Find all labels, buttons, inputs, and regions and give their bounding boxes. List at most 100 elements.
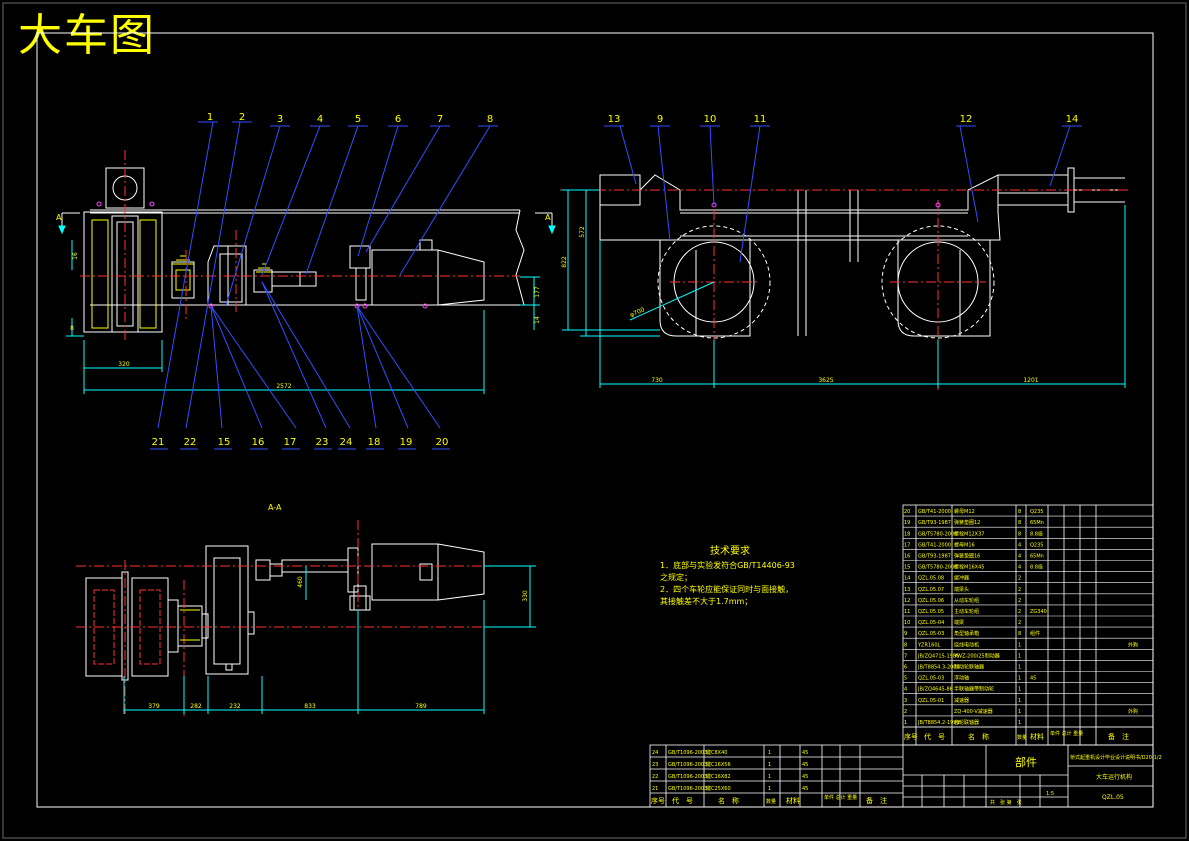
callout: 13	[608, 114, 621, 125]
small-header-qty: 数量	[766, 798, 776, 805]
small-bom-cell-no: 21	[652, 786, 658, 792]
bom-cell-no: 18	[904, 531, 910, 537]
small-bom-cell-no: 23	[652, 762, 658, 768]
bom-header-code: 代 号	[924, 732, 945, 741]
bom-cell-mat: 65Mn	[1030, 554, 1044, 560]
bom-cell-qty: 2	[1018, 620, 1021, 626]
bom-note: 外购	[1128, 641, 1138, 648]
callout: 12	[960, 114, 973, 125]
bom-cell-code: QZL.05.08	[918, 576, 944, 582]
small-bom-header: 序号 代 号 名 称 数量 材料 单件 总计 重量 备 注	[651, 794, 887, 805]
callouts-top-right: 13 9 10 11 12 14	[608, 114, 1079, 125]
bom-cell-mat: Q235	[1030, 509, 1043, 515]
small-bom-cell-no: 22	[652, 774, 658, 780]
bom-header-name: 名 称	[968, 732, 989, 741]
bom-rows: 20 GB/T41-2000 螺母M12 8 Q23519 GB/T93-1987 弹簧垫圈…	[903, 508, 1153, 728]
dim-320: 320	[118, 361, 130, 368]
bom-cell-no: 17	[904, 542, 910, 548]
bom-cell-no: 19	[904, 520, 910, 526]
callout: 24	[340, 437, 353, 448]
dim-177: 177	[534, 286, 541, 298]
side-view	[560, 125, 1130, 390]
bom-cell-qty: 8	[1018, 520, 1021, 526]
bom-header-mat: 材料	[1030, 732, 1044, 741]
dim-282: 282	[190, 703, 202, 710]
bom-cell-no: 9	[904, 631, 907, 637]
callout: 1	[207, 112, 213, 123]
bom-cell-name: YWZ-200/25制动器	[953, 652, 1000, 659]
bom-cell-no: 16	[904, 554, 910, 560]
small-bom-cell-qty: 1	[768, 750, 771, 756]
small-header-name: 名 称	[718, 796, 739, 805]
bom-cell-no: 12	[904, 598, 910, 604]
bom-cell-name: 半联轴器带制动轮	[954, 686, 994, 693]
bom-note: 外购	[1128, 708, 1138, 715]
dim-460: 460	[297, 576, 304, 588]
bom-cell-qty: 1	[1018, 709, 1021, 715]
dim-572: 572	[579, 226, 586, 238]
callout: 11	[754, 114, 767, 125]
bom-cell-no: 10	[904, 620, 910, 626]
bom-cell-name: 主动车轮组	[954, 608, 979, 615]
callout: 7	[437, 114, 443, 125]
callout: 17	[284, 437, 297, 448]
dim-2572: 2572	[276, 383, 291, 390]
dimension-texts: 320 2572 16 8 177 14 572 822 φ700 730 36…	[70, 226, 1039, 710]
bom-cell-qty: 1	[1018, 642, 1021, 648]
dim-16: 16	[72, 252, 79, 260]
bom-cell-code: GB/T93-1987	[918, 554, 951, 560]
bom-cell-qty: 1	[1018, 698, 1021, 704]
sheet-borders	[2, 2, 1187, 839]
bom-cell-mat: 65Mn	[1030, 520, 1044, 526]
dim-330: 330	[522, 590, 529, 602]
bom-cell-no: 15	[904, 565, 910, 571]
bom-cell-code: JB/ZQ4645-86	[917, 687, 953, 693]
bom-cell-qty: 1	[1018, 665, 1021, 671]
title-block-project: 桥式起重机设计毕业设计说明书/D20-1/2	[1070, 754, 1162, 761]
bom-cell-qty: 4	[1018, 542, 1021, 548]
bom-cell-no: 4	[904, 687, 907, 693]
bom-cell-no: 7	[904, 653, 907, 659]
bom-cell-code: GB/T5780-2000	[918, 531, 957, 537]
bom-cell-no: 5	[904, 676, 907, 682]
bom-cell-name: 螺母M16	[954, 541, 975, 548]
small-bom-cell-qty: 1	[768, 774, 771, 780]
bom-cell-name: 缓冲器	[954, 575, 969, 582]
bom-cell-qty: 2	[1018, 609, 1021, 615]
small-bom-cell-code: GB/T1096-2003	[668, 750, 707, 756]
bom-cell-qty: 1	[1018, 653, 1021, 659]
bom-cell-qty: 4	[1018, 565, 1021, 571]
dim-8: 8	[70, 325, 74, 332]
dim-822: 822	[561, 256, 568, 268]
small-header-wt: 单件 总计 重量	[824, 794, 857, 801]
bom-cell-name: 齿轮联轴器	[954, 719, 979, 726]
bom-cell-mat: 8.8级	[1030, 564, 1043, 571]
tech-line: 之规定；	[660, 573, 692, 582]
bom-cell-no: 20	[904, 509, 910, 515]
callout: 9	[657, 114, 663, 125]
bom-cell-no: 8	[904, 642, 907, 648]
small-header-rem: 备 注	[866, 796, 887, 805]
callout: 2	[239, 112, 245, 123]
small-bom-cell-mat: 45	[802, 786, 808, 792]
tech-requirements: 技术要求 1．底部与实验发符合GB/T14406-93 之规定； 2．四个车轮应…	[660, 546, 795, 608]
small-bom-cell-code: GB/T1096-2003	[668, 774, 707, 780]
callout: 4	[317, 114, 323, 125]
bom-cell-no: 13	[904, 587, 910, 593]
bom-cell-qty: 2	[1018, 598, 1021, 604]
small-bom-cell-mat: 45	[802, 762, 808, 768]
small-bom-cell-mat: 45	[802, 774, 808, 780]
bom-cell-name: 螺栓M16X45	[954, 564, 984, 571]
bom-cell-qty: 1	[1018, 676, 1021, 682]
bom-cell-code: JB/ZQ4715-1986	[917, 653, 959, 659]
bom-cell-no: 11	[904, 609, 910, 615]
small-bom-cell-name: 键C16X82	[706, 773, 731, 780]
callout: 23	[316, 437, 329, 448]
small-bom-cell-code: GB/T1096-2003	[668, 762, 707, 768]
small-bom-cell-qty: 1	[768, 762, 771, 768]
bom-cell-name: 浮动轴	[954, 675, 969, 682]
bom-cell-name: 角型轴承箱	[954, 630, 979, 637]
bom-cell-code: QZL.05-03	[918, 631, 944, 637]
bom-cell-name: 从动车轮组	[954, 597, 979, 604]
tech-line: 1．底部与实验发符合GB/T14406-93	[660, 561, 795, 570]
